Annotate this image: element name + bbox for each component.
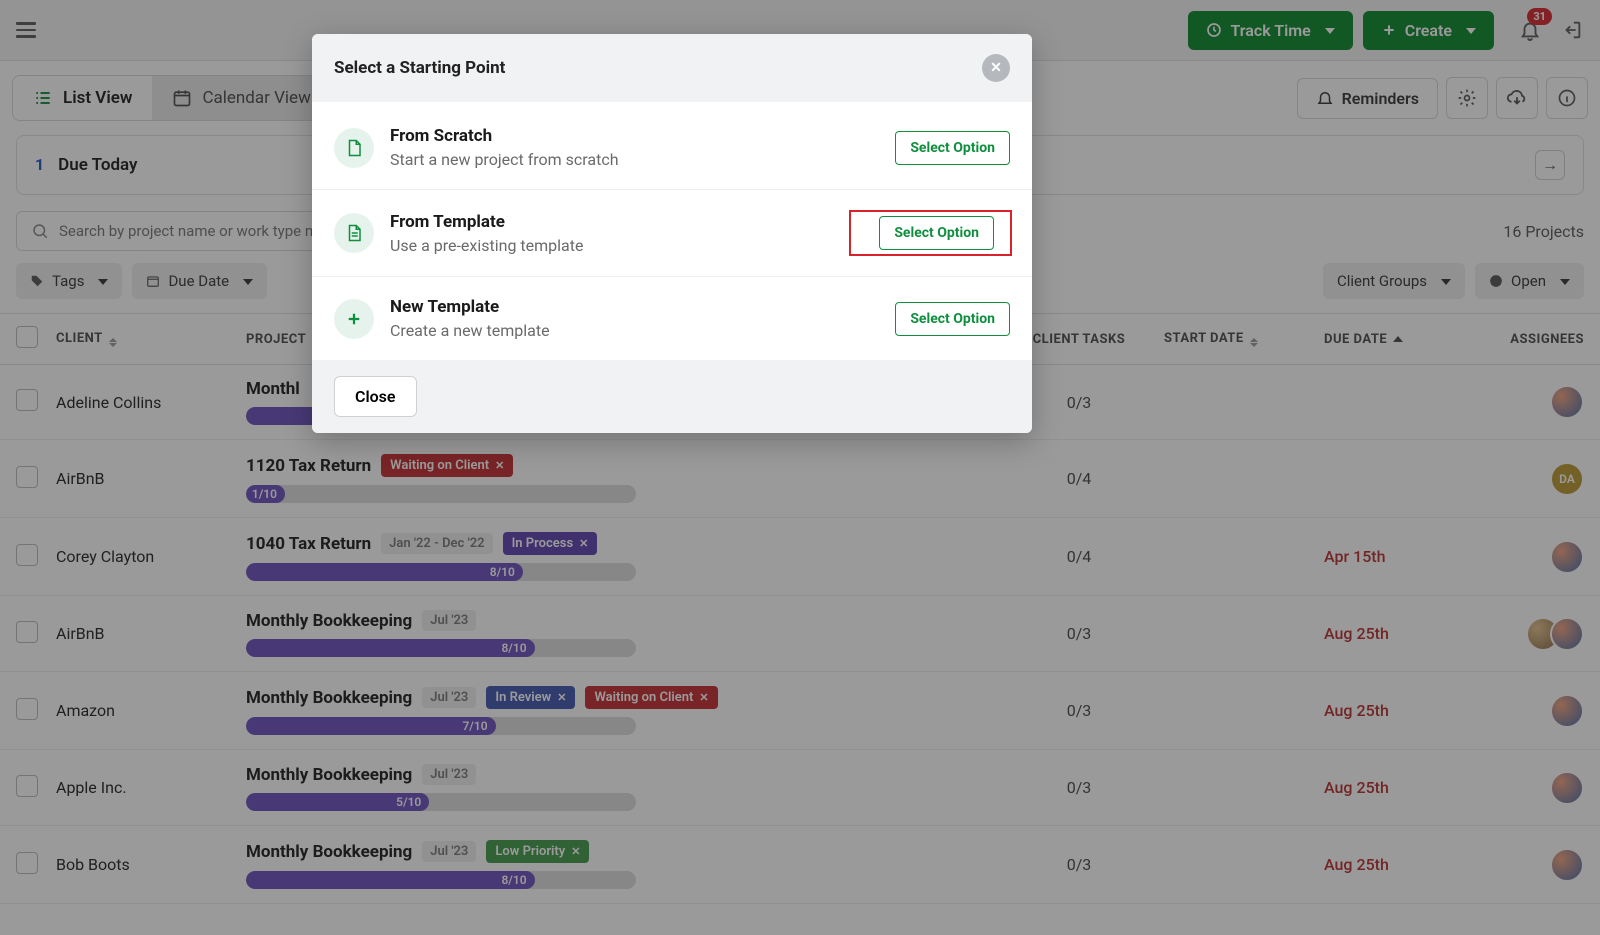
document-icon: [334, 213, 374, 253]
starting-point-modal: Select a Starting Point ✕ From Scratch St…: [312, 34, 1032, 433]
modal-overlay: Select a Starting Point ✕ From Scratch St…: [0, 0, 1600, 935]
document-icon: [334, 128, 374, 168]
plus-icon: [334, 299, 374, 339]
option-title: From Template: [390, 212, 833, 232]
modal-option: From Scratch Start a new project from scr…: [312, 102, 1032, 190]
select-option-button[interactable]: Select Option: [895, 131, 1010, 165]
close-icon[interactable]: ✕: [982, 54, 1010, 82]
select-option-button[interactable]: Select Option: [879, 216, 994, 250]
modal-option: From Template Use a pre-existing template…: [312, 190, 1032, 277]
option-desc: Create a new template: [390, 321, 879, 340]
option-desc: Start a new project from scratch: [390, 150, 879, 169]
close-button[interactable]: Close: [334, 376, 417, 417]
option-title: From Scratch: [390, 126, 879, 146]
modal-option: New Template Create a new template Select …: [312, 277, 1032, 360]
option-desc: Use a pre-existing template: [390, 236, 833, 255]
select-option-button[interactable]: Select Option: [895, 302, 1010, 336]
modal-title: Select a Starting Point: [334, 58, 505, 78]
option-title: New Template: [390, 297, 879, 317]
